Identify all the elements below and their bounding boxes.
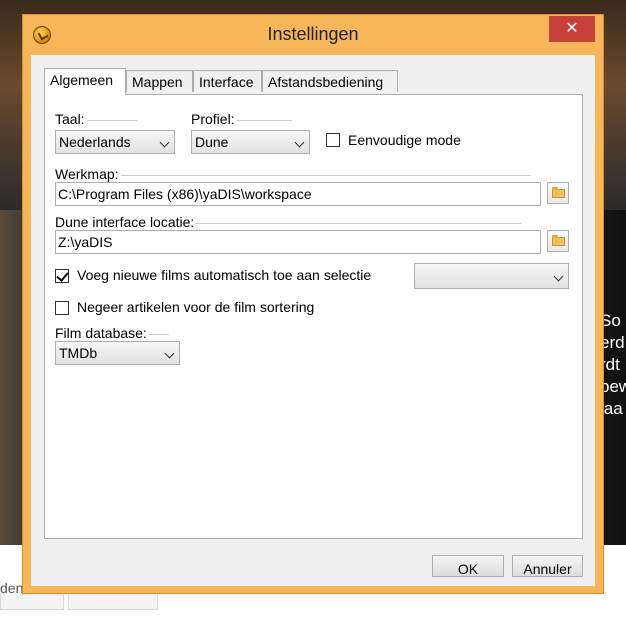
dune-location-browse-button[interactable] [547, 230, 569, 252]
folder-icon [552, 187, 565, 198]
chevron-down-icon [159, 137, 170, 148]
background-tab[interactable] [68, 593, 158, 610]
language-label: Taal: [55, 111, 137, 127]
profile-select[interactable]: Dune [191, 130, 310, 154]
profile-label: Profiel: [191, 111, 292, 127]
simple-mode-label: Eenvoudige mode [348, 132, 461, 148]
profile-select-value: Dune [195, 134, 229, 150]
chevron-down-icon [294, 137, 305, 148]
simple-mode-checkbox[interactable] [326, 133, 340, 147]
background-tab[interactable] [0, 593, 64, 610]
film-db-label: Film database: [55, 325, 169, 341]
language-select[interactable]: Nederlands [55, 130, 175, 154]
dialog-client-area: Algemeen Mappen Interface Afstandsbedien… [31, 55, 595, 586]
auto-add-checkbox[interactable] [55, 269, 69, 283]
dune-location-label: Dune interface locatie: [55, 214, 522, 230]
chevron-down-icon [553, 271, 564, 282]
general-tab-panel: Taal: Nederlands Profiel: Dune Eenvoudig… [44, 94, 583, 539]
dune-location-input[interactable]: Z:\yaDIS [55, 230, 541, 254]
auto-add-label: Voeg nieuwe films automatisch toe aan se… [77, 267, 372, 283]
tab-mappen[interactable]: Mappen [126, 70, 193, 92]
film-db-select[interactable]: TMDb [55, 341, 180, 365]
tab-afstandsbediening[interactable]: Afstandsbediening [262, 70, 398, 92]
workdir-label: Werkmap: [55, 166, 531, 182]
workdir-browse-button[interactable] [547, 182, 569, 204]
title-bar[interactable]: Instellingen ✕ [23, 15, 603, 55]
settings-window: Instellingen ✕ Algemeen Mappen Interface… [22, 14, 604, 594]
workdir-input[interactable]: C:\Program Files (x86)\yaDIS\workspace [55, 182, 541, 206]
film-db-select-value: TMDb [59, 345, 98, 361]
chevron-down-icon [164, 348, 175, 359]
tab-interface[interactable]: Interface [193, 70, 262, 92]
ok-button[interactable]: OK [432, 555, 504, 577]
auto-add-select[interactable] [414, 263, 569, 289]
language-select-value: Nederlands [59, 134, 131, 150]
ignore-articles-checkbox[interactable] [55, 301, 69, 315]
tab-algemeen[interactable]: Algemeen [44, 68, 126, 95]
window-title: Instellingen [267, 24, 359, 44]
cancel-button[interactable]: Annuler [512, 555, 583, 577]
close-button[interactable]: ✕ [549, 16, 595, 42]
ignore-articles-label: Negeer artikelen voor de film sortering [77, 299, 315, 315]
folder-icon [552, 235, 565, 246]
